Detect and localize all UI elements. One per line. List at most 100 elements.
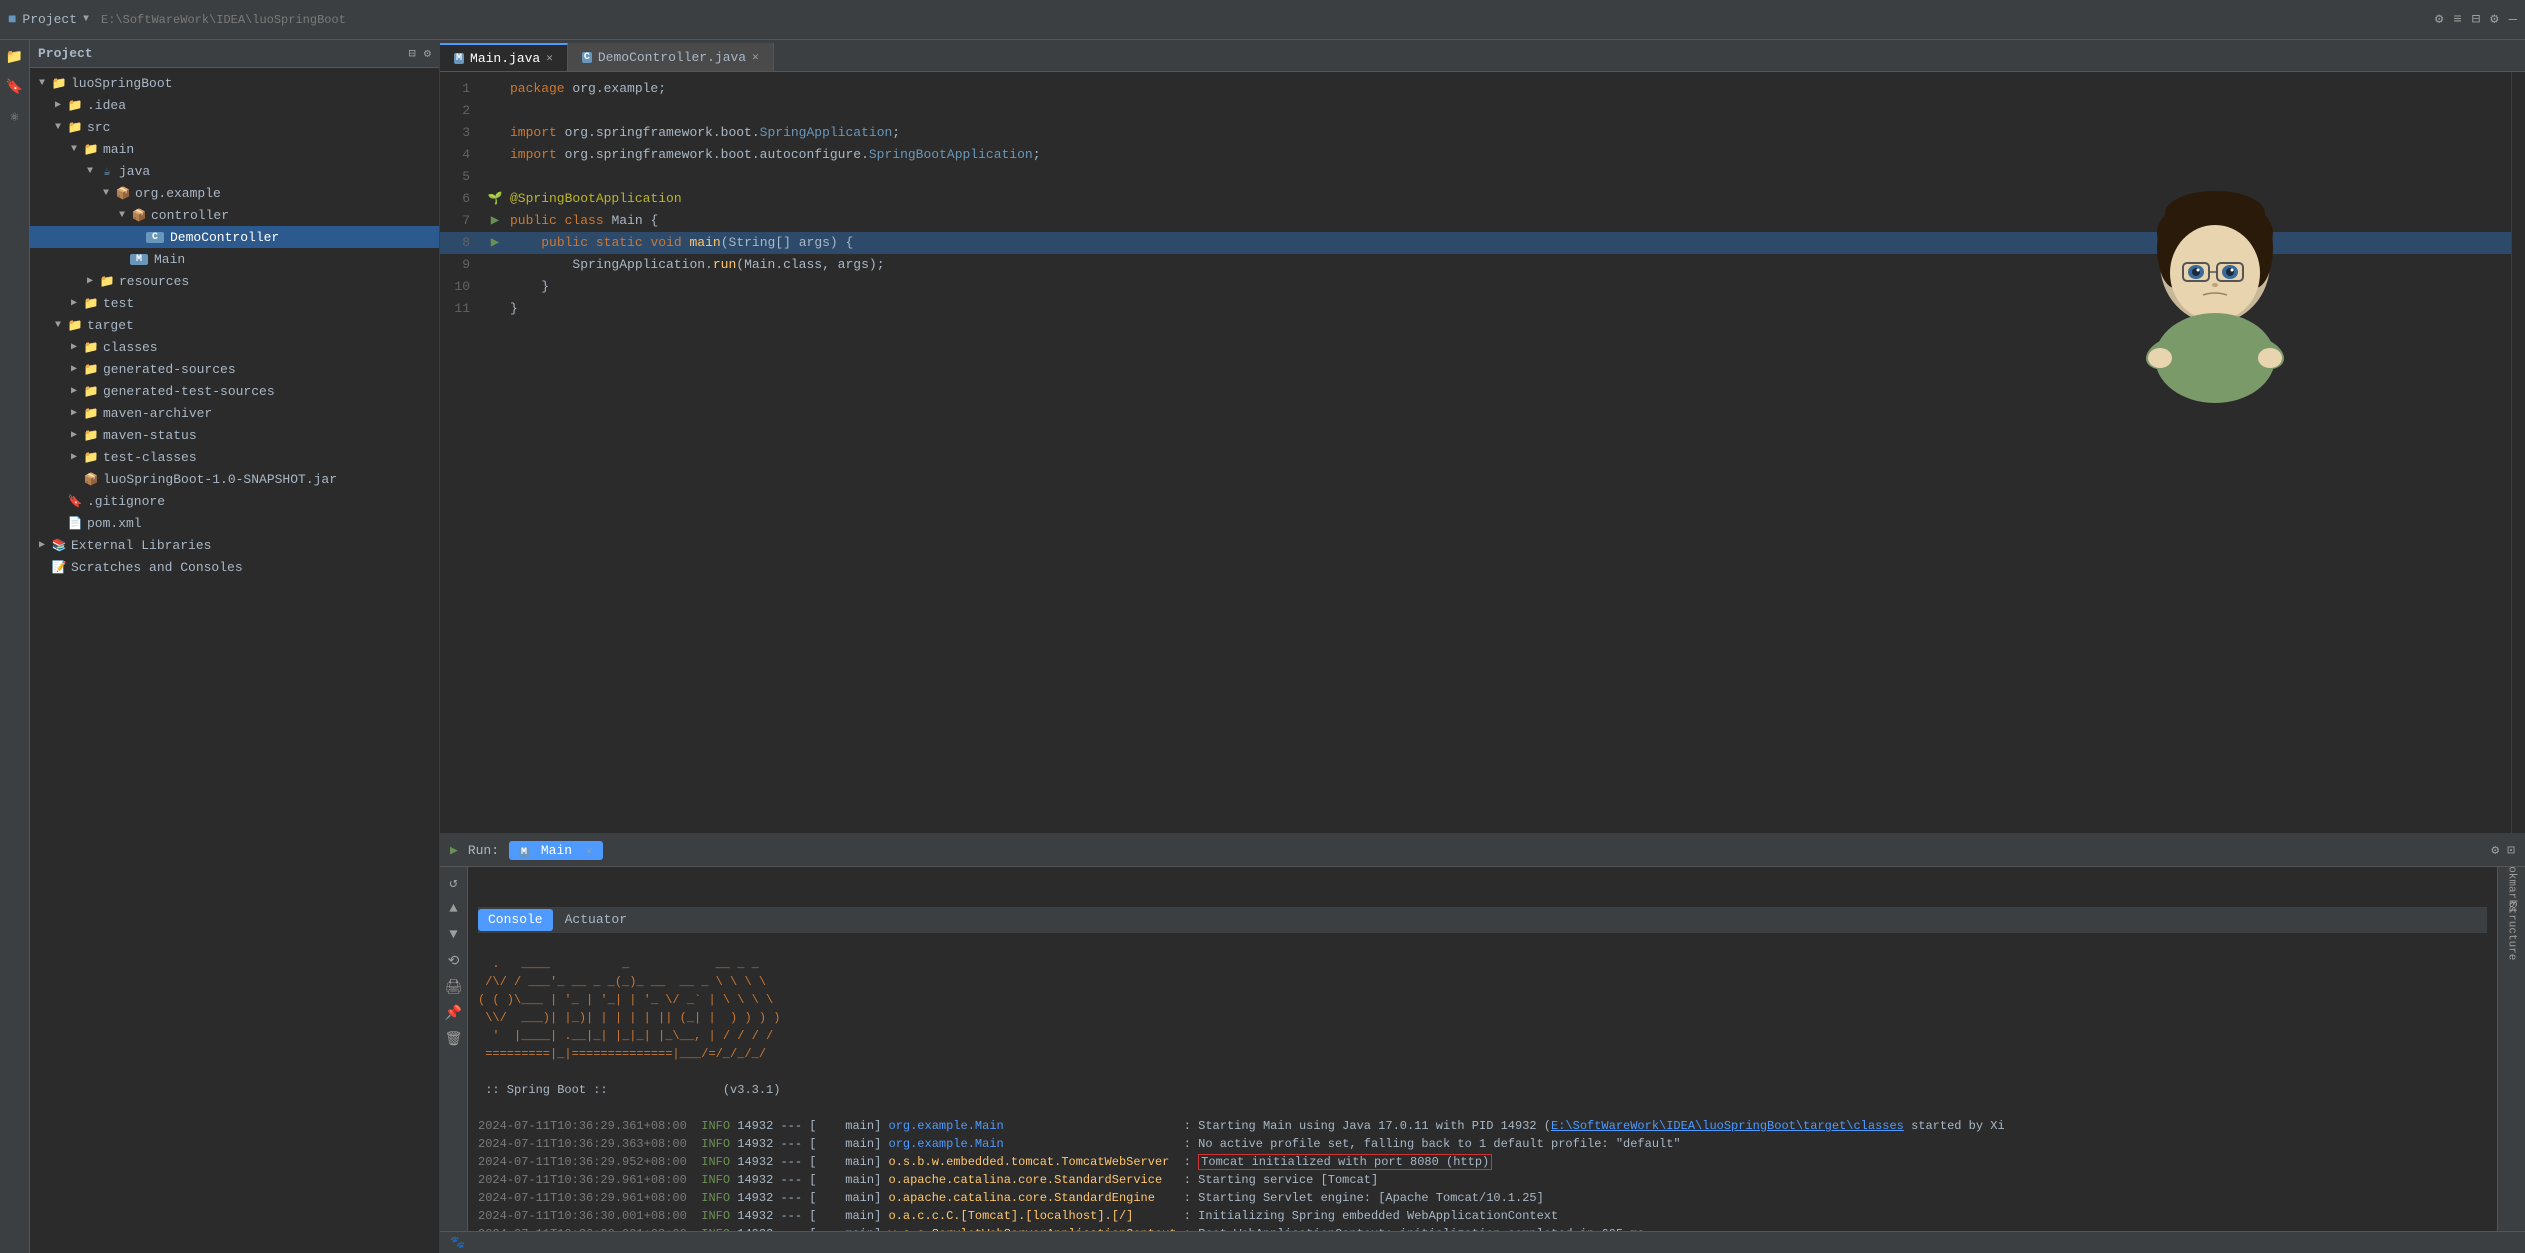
close-icon[interactable]: —: [2509, 12, 2517, 28]
tree-item-resources[interactable]: ▶ 📁 resources: [30, 270, 439, 292]
soft-wrap-icon[interactable]: ⟲: [444, 951, 464, 971]
line-content-6: @SpringBootApplication: [510, 188, 2511, 210]
collapse-icon[interactable]: ⊟: [409, 46, 416, 61]
bookmark-side-icon[interactable]: Bookmarks: [2502, 873, 2522, 893]
tree-item-external-libs[interactable]: ▶ 📚 External Libraries: [30, 534, 439, 556]
tree-item-pom[interactable]: 📄 pom.xml: [30, 512, 439, 534]
scroll-down-icon[interactable]: ▼: [444, 925, 464, 945]
tree-label: generated-sources: [103, 362, 236, 377]
run-settings-icon[interactable]: ⚙: [2490, 11, 2498, 28]
tree-item-main[interactable]: ▼ 📁 main: [30, 138, 439, 160]
run-tab-bar: Console Actuator: [478, 907, 2487, 933]
tree-arrow: ▶: [50, 99, 66, 111]
tree-item-src[interactable]: ▼ 📁 src: [30, 116, 439, 138]
breadcrumb-icon[interactable]: ≡: [2453, 12, 2461, 28]
tree-item-classes[interactable]: ▶ 📁 classes: [30, 336, 439, 358]
target-folder-icon: 📁: [66, 318, 84, 333]
external-icon[interactable]: ⊡: [2507, 843, 2515, 858]
line-content-9: SpringApplication.run(Main.class, args);: [510, 254, 2511, 276]
settings-run-icon[interactable]: ⚙: [2491, 843, 2499, 858]
bottom-status-bar: 🐾: [440, 1231, 2525, 1253]
tab-Main-java[interactable]: M Main.java ✕: [440, 43, 568, 71]
line-number-5: 5: [440, 166, 480, 188]
settings-icon[interactable]: ⚙: [2435, 11, 2443, 28]
tree-item-luoSpringBoot[interactable]: ▼ 📁 luoSpringBoot: [30, 72, 439, 94]
line-number-6: 6: [440, 188, 480, 210]
maven-archiver-icon: 📁: [82, 406, 100, 421]
bookmarks-icon[interactable]: 🔖: [4, 76, 26, 98]
code-line-10: 10 }: [440, 276, 2511, 298]
run-main-icon: M: [519, 847, 529, 858]
code-line-2: 2: [440, 100, 2511, 122]
tree-label: Main: [154, 252, 185, 267]
tree-item-Main[interactable]: M Main: [30, 248, 439, 270]
ascii-art-line3: ( ( )\___ | '_ | '_| | '_ \/ _` | \ \ \ …: [478, 993, 773, 1007]
scroll-up-icon[interactable]: ▲: [444, 899, 464, 919]
tree-arrow: ▶: [66, 297, 82, 309]
editor-right-bar: [2511, 72, 2525, 833]
code-container: 1 package org.example; 2: [440, 72, 2511, 833]
settings-panel-icon[interactable]: ⚙: [424, 46, 431, 61]
tree-item-java[interactable]: ▼ ☕ java: [30, 160, 439, 182]
classes-folder-icon: 📁: [82, 340, 100, 355]
tree-item-scratches[interactable]: 📝 Scratches and Consoles: [30, 556, 439, 578]
structure-side-icon[interactable]: Structure: [2502, 921, 2522, 941]
gutter-4: [480, 144, 510, 166]
ascii-art-line6: =========|_|==============|___/=/_/_/_/: [478, 1047, 766, 1061]
tree-item-controller[interactable]: ▼ 📦 controller: [30, 204, 439, 226]
code-line-7: 7 ▶ public class Main {: [440, 210, 2511, 232]
package-icon: 📦: [114, 186, 132, 201]
pin-icon[interactable]: 📌: [444, 1003, 464, 1023]
project-tree: ▼ 📁 luoSpringBoot ▶ 📁 .idea ▼ 📁 src: [30, 68, 439, 1253]
gutter-1: [480, 78, 510, 100]
tree-item-gitignore[interactable]: 🔖 .gitignore: [30, 490, 439, 512]
gutter-6: 🌱: [480, 188, 510, 210]
actuator-tab[interactable]: Actuator: [555, 909, 637, 931]
tree-item-generated-sources[interactable]: ▶ 📁 generated-sources: [30, 358, 439, 380]
clear-icon[interactable]: 🗑: [444, 1029, 464, 1049]
tab-close-main[interactable]: ✕: [546, 51, 553, 65]
tree-item-test[interactable]: ▶ 📁 test: [30, 292, 439, 314]
run-gutter-icon-8[interactable]: ▶: [491, 232, 499, 254]
layout-icon[interactable]: ⊟: [2472, 11, 2480, 28]
run-panel-header: ▶ Run: M Main ✕ ⚙ ⊡: [440, 835, 2525, 867]
tree-arrow: ▼: [82, 166, 98, 177]
run-tab-close[interactable]: ✕: [586, 846, 593, 858]
tree-item-idea[interactable]: ▶ 📁 .idea: [30, 94, 439, 116]
tree-item-maven-status[interactable]: ▶ 📁 maven-status: [30, 424, 439, 446]
tree-item-DemoController[interactable]: C DemoController: [30, 226, 439, 248]
run-panel-title: Run:: [468, 843, 499, 858]
right-side-icons: Bookmarks Structure: [2497, 867, 2525, 1231]
project-label[interactable]: Project: [22, 12, 77, 27]
tree-item-jar[interactable]: 📦 luoSpringBoot-1.0-SNAPSHOT.jar: [30, 468, 439, 490]
tree-label: External Libraries: [71, 538, 211, 553]
tree-item-target[interactable]: ▼ 📁 target: [30, 314, 439, 336]
tree-item-gen-test-sources[interactable]: ▶ 📁 generated-test-sources: [30, 380, 439, 402]
run-tab-main[interactable]: M Main ✕: [509, 841, 602, 860]
tab-icon-demo: C: [582, 52, 592, 63]
print-icon[interactable]: 🖨: [444, 977, 464, 997]
console-tab[interactable]: Console: [478, 909, 553, 931]
line-number-8: 8: [440, 232, 480, 254]
line-content-8: public static void main(String[] args) {: [510, 232, 2511, 254]
line-content-3: import org.springframework.boot.SpringAp…: [510, 122, 2511, 144]
gutter-2: [480, 100, 510, 122]
chevron-down-icon[interactable]: ▼: [83, 14, 89, 25]
tree-item-org-example[interactable]: ▼ 📦 org.example: [30, 182, 439, 204]
tree-arrow: ▼: [114, 210, 130, 221]
tree-label: src: [87, 120, 110, 135]
package-icon: 📦: [130, 208, 148, 223]
log-line-3: 2024-07-11T10:36:29.952+08:00 INFO 14932…: [478, 1154, 1492, 1170]
editor-area: 1 package org.example; 2: [440, 72, 2525, 833]
tree-item-test-classes[interactable]: ▶ 📁 test-classes: [30, 446, 439, 468]
line-content-1: package org.example;: [510, 78, 2511, 100]
project-view-icon[interactable]: 📁: [4, 46, 26, 68]
line-number-3: 3: [440, 122, 480, 144]
tab-close-demo[interactable]: ✕: [752, 50, 759, 64]
structure-icon[interactable]: ⚛: [4, 106, 26, 128]
restart-icon[interactable]: ↺: [444, 873, 464, 893]
run-gutter-icon[interactable]: ▶: [491, 210, 499, 232]
tree-label: generated-test-sources: [103, 384, 275, 399]
tab-DemoController-java[interactable]: C DemoController.java ✕: [568, 43, 774, 71]
tree-item-maven-archiver[interactable]: ▶ 📁 maven-archiver: [30, 402, 439, 424]
